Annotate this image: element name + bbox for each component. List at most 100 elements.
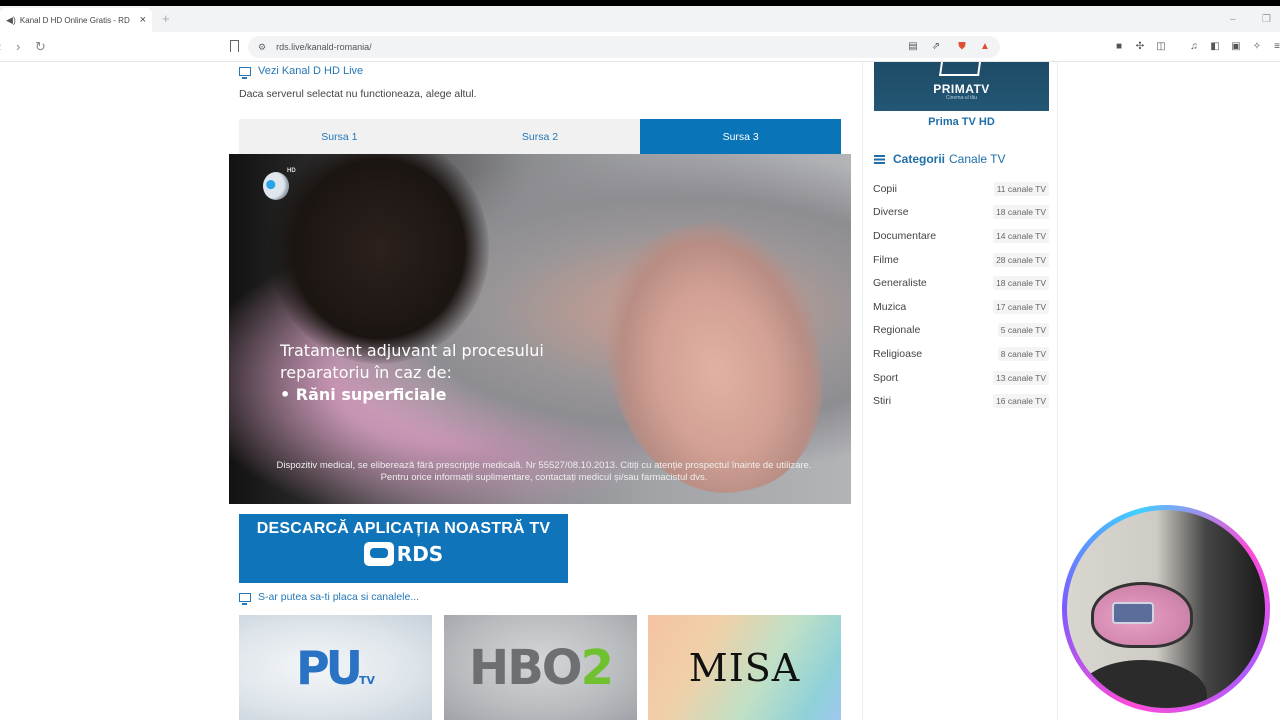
kanal-d-logo-icon bbox=[263, 172, 289, 200]
minimize-icon[interactable]: – bbox=[1230, 14, 1236, 25]
video-disclaimer: Dispozitiv medical, se eliberează fără p… bbox=[276, 460, 812, 483]
app-banner-title: DESCARCĂ APLICAȚIA NOASTRĂ TV bbox=[256, 520, 551, 537]
misa-logo: MISA bbox=[688, 645, 801, 690]
brave-shield-icon[interactable]: ⛊ bbox=[956, 41, 968, 53]
category-name: Stiri bbox=[873, 395, 892, 408]
monitor-icon bbox=[239, 66, 251, 79]
bookmark-icon[interactable] bbox=[230, 40, 239, 52]
speaker-icon[interactable]: ◀) bbox=[6, 15, 16, 26]
hbo-logo-num: 2 bbox=[580, 639, 614, 696]
category-item[interactable]: Muzica 17 canale TV bbox=[873, 295, 1049, 319]
categories-heading-rest: Canale TV bbox=[949, 152, 1006, 166]
prima-tv-logo-mark bbox=[939, 62, 981, 76]
url-text: rds.live/kanald-romania/ bbox=[276, 42, 372, 52]
site-info-icon[interactable]: ⚙ bbox=[258, 42, 266, 53]
source-tab-1[interactable]: Sursa 1 bbox=[239, 119, 440, 154]
category-item[interactable]: Stiri 16 canale TV bbox=[873, 389, 1049, 413]
restore-icon[interactable]: ❐ bbox=[1262, 14, 1271, 25]
category-item[interactable]: Filme 28 canale TV bbox=[873, 248, 1049, 272]
pu-logo-text: PU bbox=[295, 640, 363, 695]
category-count: 18 canale TV bbox=[993, 205, 1049, 220]
pu-logo-sub: TV bbox=[359, 673, 376, 687]
channel-thumb-pu-tv[interactable]: PUTV bbox=[239, 615, 432, 720]
categories-heading-bold: Categorii bbox=[893, 152, 946, 166]
address-bar-row: ‹ › ↻ ⚙ rds.live/kanald-romania/ ▤ ⇗ ⛊ ▲… bbox=[0, 32, 1280, 62]
prima-tv-tagline: Cinema-ul tău bbox=[945, 95, 978, 101]
category-list: Copii 11 canale TV Diverse 18 canale TV Do… bbox=[873, 177, 1049, 413]
category-name: Muzica bbox=[873, 300, 907, 313]
rds-logo: RDS bbox=[363, 542, 444, 566]
server-notice: Daca serverul selectat nu functioneaza, … bbox=[239, 88, 477, 100]
app-download-banner[interactable]: DESCARCĂ APLICAȚIA NOASTRĂ TV RDS bbox=[239, 514, 568, 583]
featured-channel-name[interactable]: Prima TV HD bbox=[874, 116, 1049, 128]
reload-icon[interactable]: ↻ bbox=[35, 39, 46, 55]
pu-tv-logo: PUTV bbox=[296, 641, 375, 695]
list-icon bbox=[874, 154, 885, 164]
video-player[interactable]: HD Tratament adjuvant al procesului repa… bbox=[229, 154, 851, 504]
channel-thumb-misa[interactable]: MISA bbox=[648, 615, 841, 720]
close-tab-icon[interactable]: × bbox=[140, 14, 146, 26]
prima-tv-thumbnail[interactable]: PRIMATV Cinema-ul tău bbox=[874, 62, 1049, 111]
tab-strip: ◀) Kanal D HD Online Gratis - RD × + – ❐ bbox=[0, 6, 1280, 32]
category-count: 28 canale TV bbox=[993, 252, 1049, 267]
back-icon[interactable]: ‹ bbox=[0, 39, 1, 54]
wallet-icon[interactable]: ▣ bbox=[1230, 41, 1242, 53]
music-icon[interactable]: ♫ bbox=[1188, 41, 1200, 53]
category-item[interactable]: Regionale 5 canale TV bbox=[873, 319, 1049, 343]
category-name: Generaliste bbox=[873, 277, 927, 290]
tv-icon bbox=[363, 542, 394, 566]
new-tab-icon[interactable]: + bbox=[162, 11, 170, 26]
sidebar-icon[interactable]: ◧ bbox=[1209, 41, 1221, 53]
browser-tab-active[interactable]: ◀) Kanal D HD Online Gratis - RD × bbox=[0, 8, 152, 32]
monitor-icon bbox=[239, 592, 251, 605]
hbo2-logo: HBO2 bbox=[469, 639, 614, 696]
brave-rewards-icon[interactable]: ▲ bbox=[979, 41, 991, 53]
source-tab-3[interactable]: Sursa 3 bbox=[640, 119, 842, 154]
extension-icon[interactable]: ■ bbox=[1113, 41, 1125, 53]
overlay-line-3: • Răni superficiale bbox=[280, 385, 447, 404]
video-overlay-text: Tratament adjuvant al procesului reparat… bbox=[280, 340, 544, 406]
category-item[interactable]: Sport 13 canale TV bbox=[873, 366, 1049, 390]
webcam-overlay bbox=[1062, 505, 1270, 713]
leo-ai-icon[interactable]: ✧ bbox=[1251, 41, 1263, 53]
category-item[interactable]: Documentare 14 canale TV bbox=[873, 224, 1049, 248]
share-icon[interactable]: ⇗ bbox=[930, 41, 942, 53]
source-tabs: Sursa 1 Sursa 2 Sursa 3 bbox=[239, 119, 842, 154]
hbo-logo-text: HBO bbox=[469, 639, 583, 696]
url-field[interactable]: ⚙ rds.live/kanald-romania/ bbox=[248, 36, 1000, 58]
puzzle-icon[interactable]: ✣ bbox=[1134, 41, 1146, 53]
suggestions-link[interactable]: S-ar putea sa-ti placa si canalele... bbox=[239, 591, 420, 605]
category-count: 14 canale TV bbox=[993, 228, 1049, 243]
reader-mode-icon[interactable]: ▤ bbox=[907, 41, 919, 53]
category-item[interactable]: Copii 11 canale TV bbox=[873, 177, 1049, 201]
category-name: Diverse bbox=[873, 206, 909, 219]
tab-title: Kanal D HD Online Gratis - RD bbox=[19, 15, 130, 25]
category-name: Copii bbox=[873, 182, 897, 195]
category-name: Regionale bbox=[873, 324, 921, 337]
overlay-line-1: Tratament adjuvant al procesului bbox=[280, 341, 544, 360]
video-scene-hair bbox=[269, 154, 489, 364]
webcam-cap-patch bbox=[1112, 602, 1154, 624]
category-count: 8 canale TV bbox=[997, 346, 1049, 361]
category-count: 5 canale TV bbox=[997, 323, 1049, 338]
screenshot-icon[interactable]: ◫ bbox=[1155, 41, 1167, 53]
live-link[interactable]: Vezi Kanal D HD Live bbox=[239, 65, 364, 79]
sidebar: PRIMATV Cinema-ul tău Prima TV HD Catego… bbox=[862, 62, 1058, 720]
category-name: Documentare bbox=[873, 229, 937, 242]
menu-icon[interactable]: ≡ bbox=[1271, 41, 1280, 53]
category-name: Sport bbox=[873, 371, 899, 384]
live-link-text: Vezi Kanal D HD Live bbox=[258, 65, 364, 77]
channel-thumb-hbo2[interactable]: HBO2 bbox=[444, 615, 637, 720]
category-item[interactable]: Generaliste 18 canale TV bbox=[873, 271, 1049, 295]
category-item[interactable]: Diverse 18 canale TV bbox=[873, 201, 1049, 225]
prima-tv-logo-text: PRIMATV bbox=[933, 82, 990, 96]
source-tab-2[interactable]: Sursa 2 bbox=[440, 119, 641, 154]
category-count: 17 canale TV bbox=[993, 299, 1049, 314]
category-item[interactable]: Religioase 8 canale TV bbox=[873, 342, 1049, 366]
category-count: 13 canale TV bbox=[993, 370, 1049, 385]
webcam-feed bbox=[1067, 510, 1265, 708]
forward-icon[interactable]: › bbox=[16, 39, 20, 54]
suggestions-text: S-ar putea sa-ti placa si canalele... bbox=[258, 591, 420, 603]
category-count: 11 canale TV bbox=[993, 181, 1049, 196]
rds-brand: RDS bbox=[396, 542, 444, 566]
